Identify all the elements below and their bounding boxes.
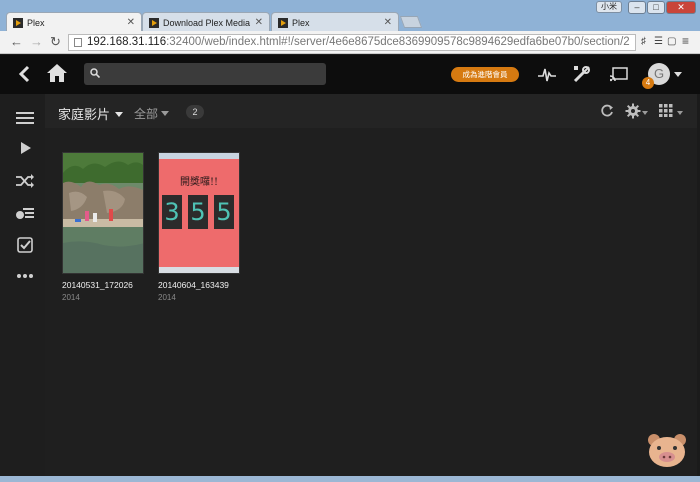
gear-icon[interactable] <box>625 103 641 119</box>
browser-tab-3[interactable]: Plex ✕ <box>271 12 399 32</box>
item-count-badge: 2 <box>186 105 204 119</box>
video-title[interactable]: 20140604_163439 <box>158 280 240 290</box>
chevron-down-icon[interactable] <box>642 111 648 115</box>
tab-title: Plex <box>27 17 45 28</box>
browser-titlebar: Plex ✕ Download Plex Media Se ✕ Plex ✕ 小… <box>0 0 700 32</box>
chevron-down-icon <box>115 112 124 117</box>
video-year: 2014 <box>62 293 80 302</box>
poster-digit: 5 <box>190 198 206 226</box>
chevron-down-icon[interactable] <box>674 72 682 77</box>
tab-title: Plex <box>292 17 310 28</box>
video-title[interactable]: 20140531_172026 <box>62 280 144 290</box>
extension-icon[interactable]: ▢ <box>667 36 676 47</box>
library-content: 家庭影片 全部 2 20140531_172026 2014 開獎囉!! 3 5… <box>45 94 697 476</box>
notification-badge: 4 <box>642 77 654 89</box>
library-selector[interactable]: 家庭影片 <box>58 104 124 123</box>
url-path: :32400/web/index.html#!/server/4e6e8675d… <box>166 36 630 48</box>
translate-icon[interactable]: ☰ <box>654 36 663 47</box>
minimize-button[interactable]: – <box>628 1 646 14</box>
video-card[interactable]: 開獎囉!! 3 5 5 20140604_163439 2014 <box>158 152 240 302</box>
filter-dropdown[interactable]: 全部 <box>134 105 170 122</box>
menu-icon[interactable] <box>15 110 35 126</box>
browser-tab-2[interactable]: Download Plex Media Se ✕ <box>142 12 270 32</box>
playlist-icon[interactable] <box>15 205 35 221</box>
grid-icon[interactable] <box>659 104 673 117</box>
tab-close-icon[interactable]: ✕ <box>384 17 392 28</box>
tab-close-icon[interactable]: ✕ <box>255 17 263 28</box>
checklist-icon[interactable] <box>15 237 35 253</box>
library-header: 家庭影片 全部 2 <box>45 94 697 128</box>
maximize-button[interactable]: □ <box>647 1 665 14</box>
refresh-icon[interactable] <box>600 104 614 118</box>
filter-label: 全部 <box>134 107 159 121</box>
url-host: 192.168.31.116 <box>87 36 167 48</box>
browser-toolbar: ← → ↻ 192.168.31.116:32400/web/index.htm… <box>0 31 700 54</box>
chevron-down-icon <box>161 111 170 116</box>
plex-favicon-icon <box>278 17 288 28</box>
watermark-mascot-icon <box>648 434 686 467</box>
plex-favicon-icon <box>149 17 159 28</box>
library-title: 家庭影片 <box>58 107 111 122</box>
play-icon[interactable] <box>15 140 35 156</box>
cast-icon[interactable] <box>610 67 628 82</box>
shuffle-icon[interactable] <box>15 173 35 189</box>
browser-menu-icon[interactable]: ≡ <box>682 34 689 48</box>
tools-icon[interactable] <box>572 64 592 84</box>
back-icon[interactable] <box>18 65 30 83</box>
poster-digit: 3 <box>164 198 180 226</box>
poster-digit: 5 <box>216 198 232 226</box>
window-frame-bottom <box>0 476 700 482</box>
tab-close-icon[interactable]: ✕ <box>127 17 135 28</box>
browser-forward-icon[interactable]: → <box>30 35 43 49</box>
activity-icon[interactable] <box>538 65 556 83</box>
reload-icon[interactable]: ↻ <box>50 35 61 49</box>
video-year: 2014 <box>158 293 176 302</box>
key-icon[interactable]: ♯ <box>641 36 646 47</box>
page-icon <box>74 38 82 47</box>
browser-tab-1[interactable]: Plex ✕ <box>6 12 142 32</box>
search-input[interactable] <box>84 63 326 85</box>
more-icon[interactable] <box>15 268 35 284</box>
url-input[interactable]: 192.168.31.116:32400/web/index.html#!/se… <box>68 34 636 51</box>
home-icon[interactable] <box>46 63 68 83</box>
browser-back-icon[interactable]: ← <box>10 35 23 49</box>
video-thumbnail[interactable] <box>62 152 144 274</box>
poster-sign-text: 開獎囉!! <box>179 177 219 188</box>
close-window-button[interactable]: ✕ <box>666 1 696 14</box>
sidebar <box>0 94 45 476</box>
tab-title: Download Plex Media Se <box>163 17 251 28</box>
plex-top-bar: 成為進階會員 G 4 <box>0 55 700 94</box>
new-tab-button[interactable] <box>399 16 423 28</box>
premium-button[interactable]: 成為進階會員 <box>451 67 519 82</box>
browser-user-button[interactable]: 小米 <box>596 1 622 13</box>
video-card[interactable]: 20140531_172026 2014 <box>62 152 144 302</box>
video-thumbnail[interactable]: 開獎囉!! 3 5 5 <box>158 152 240 274</box>
search-icon <box>90 68 100 78</box>
plex-favicon-icon <box>13 17 23 28</box>
chevron-down-icon[interactable] <box>677 111 683 115</box>
